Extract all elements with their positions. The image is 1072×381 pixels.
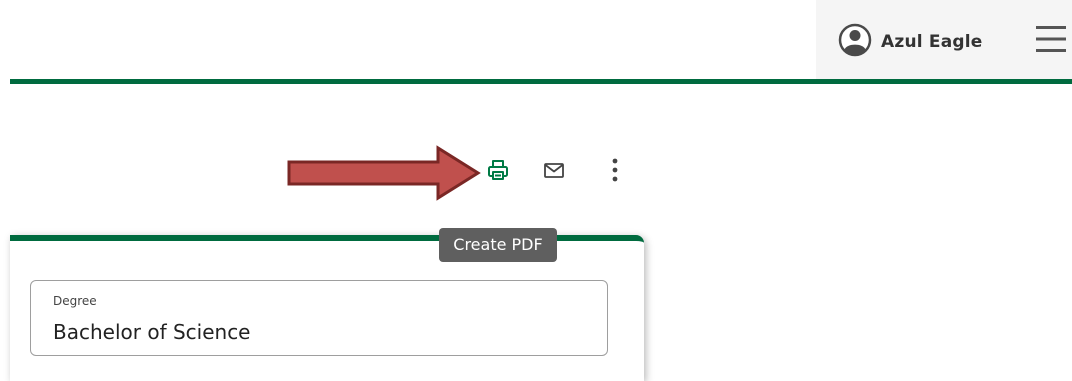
hamburger-menu-icon[interactable]: [1034, 24, 1068, 54]
email-button[interactable]: [539, 157, 569, 187]
user-name: Azul Eagle: [881, 32, 983, 52]
annotation-arrow: [285, 145, 485, 206]
envelope-icon: [543, 159, 565, 186]
degree-field-label: Degree: [53, 294, 97, 308]
more-options-button[interactable]: [600, 157, 630, 187]
user-circle-icon: [838, 23, 872, 62]
more-vertical-icon: [610, 157, 620, 188]
header-divider: [10, 79, 1072, 84]
degree-field-value: Bachelor of Science: [53, 320, 251, 344]
user-account-button[interactable]: Azul Eagle: [838, 23, 983, 62]
printer-icon: [486, 158, 510, 187]
print-button[interactable]: [483, 157, 513, 187]
degree-field[interactable]: Degree Bachelor of Science: [30, 280, 608, 356]
print-tooltip: Create PDF: [439, 228, 557, 262]
